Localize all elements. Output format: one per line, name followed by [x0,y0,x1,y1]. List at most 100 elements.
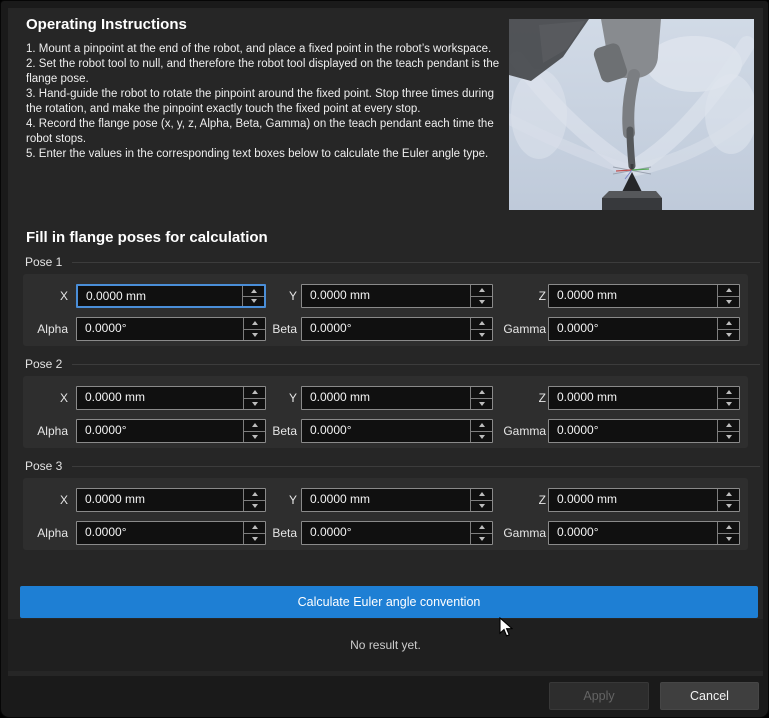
spinbox-buttons [717,318,739,340]
spinbox-value: 0.0000° [549,522,717,544]
pose-group: X0.0000 mmY0.0000 mmZ0.0000 mmAlpha0.000… [23,376,748,448]
spin-down-button[interactable] [718,534,739,545]
apply-button[interactable]: Apply [549,682,649,710]
pose-group: X0.0000 mmY0.0000 mmZ0.0000 mmAlpha0.000… [23,478,748,550]
pose-header-rule [72,364,760,365]
cancel-button[interactable]: Cancel [660,682,759,710]
spin-up-button[interactable] [718,489,739,501]
field-label-beta: Beta [217,521,297,545]
pose-2-beta-input[interactable]: 0.0000° [301,419,493,443]
operating-instructions-title: Operating Instructions [26,16,187,33]
pose-section-1: Pose 1 X0.0000 mmY0.0000 mmZ0.0000 mmAlph… [23,254,760,348]
spinbox-value: 0.0000° [302,522,470,544]
pose-2-z-input[interactable]: 0.0000 mm [548,386,740,410]
spinbox-value: 0.0000 mm [549,285,717,307]
spinbox-buttons [717,522,739,544]
field-label-alpha: Alpha [0,521,68,545]
spin-down-button[interactable] [718,432,739,443]
pose-2-gamma-input[interactable]: 0.0000° [548,419,740,443]
field-label-y: Y [217,386,297,410]
pose-1-y-input[interactable]: 0.0000 mm [301,284,493,308]
spinbox-buttons [717,489,739,511]
spin-down-button[interactable] [718,399,739,410]
field-label-alpha: Alpha [0,419,68,443]
triangle-up-icon [726,492,732,496]
field-label-z: Z [466,488,546,512]
field-label-y: Y [217,284,297,308]
triangle-up-icon [726,390,732,394]
pose-1-gamma-input[interactable]: 0.0000° [548,317,740,341]
instruction-step: 2. Set the robot tool to null, and there… [26,57,504,87]
result-panel: No result yet. [8,619,763,671]
spinbox-value: 0.0000° [549,318,717,340]
pose-3-gamma-input[interactable]: 0.0000° [548,521,740,545]
pose-2-y-input[interactable]: 0.0000 mm [301,386,493,410]
spin-up-button[interactable] [718,522,739,534]
spinbox-value: 0.0000 mm [549,387,717,409]
spin-down-button[interactable] [718,297,739,308]
pose-3-beta-input[interactable]: 0.0000° [301,521,493,545]
pose-section-2: Pose 2 X0.0000 mmY0.0000 mmZ0.0000 mmAlph… [23,356,760,450]
pose-1-z-input[interactable]: 0.0000 mm [548,284,740,308]
instruction-step: 5. Enter the values in the corresponding… [26,147,504,162]
field-label-gamma: Gamma [466,521,546,545]
pose-group: X0.0000 mmY0.0000 mmZ0.0000 mmAlpha0.000… [23,274,748,346]
triangle-up-icon [726,321,732,325]
triangle-down-icon [726,333,732,337]
triangle-up-icon [726,288,732,292]
spinbox-value: 0.0000° [302,318,470,340]
pose-1-beta-input[interactable]: 0.0000° [301,317,493,341]
instruction-step: 4. Record the flange pose (x, y, z, Alph… [26,117,504,147]
spin-up-button[interactable] [718,285,739,297]
pose-header-rule [72,466,760,467]
field-label-z: Z [466,386,546,410]
triangle-down-icon [726,300,732,304]
triangle-down-icon [726,537,732,541]
pose-3-y-input[interactable]: 0.0000 mm [301,488,493,512]
spinbox-value: 0.0000° [302,420,470,442]
triangle-down-icon [726,504,732,508]
field-label-beta: Beta [217,419,297,443]
field-label-z: Z [466,284,546,308]
spinbox-value: 0.0000 mm [302,387,470,409]
spin-up-button[interactable] [718,387,739,399]
field-label-gamma: Gamma [466,317,546,341]
field-label-gamma: Gamma [466,419,546,443]
pose-section-3: Pose 3 X0.0000 mmY0.0000 mmZ0.0000 mmAlph… [23,458,760,552]
spinbox-value: 0.0000 mm [549,489,717,511]
calculate-euler-button[interactable]: Calculate Euler angle convention [20,586,758,618]
instruction-step: 1. Mount a pinpoint at the end of the ro… [26,42,504,57]
pose-title: Pose 1 [23,255,62,269]
field-label-beta: Beta [217,317,297,341]
robot-pinpoint-illustration [509,19,754,210]
triangle-down-icon [726,435,732,439]
spinbox-buttons [717,387,739,409]
pose-header: Pose 2 [23,356,760,372]
euler-angle-dialog: Operating Instructions 1. Mount a pinpoi… [0,0,769,718]
flange-poses-section-title: Fill in flange poses for calculation [26,229,268,246]
spinbox-value: 0.0000° [549,420,717,442]
pose-header: Pose 3 [23,458,760,474]
spin-up-button[interactable] [718,318,739,330]
field-label-alpha: Alpha [0,317,68,341]
spin-up-button[interactable] [718,420,739,432]
pose-title: Pose 3 [23,459,62,473]
triangle-down-icon [726,402,732,406]
field-label-x: X [0,488,68,512]
field-label-x: X [0,386,68,410]
field-label-y: Y [217,488,297,512]
pose-header: Pose 1 [23,254,760,270]
spinbox-value: 0.0000 mm [302,489,470,511]
spin-down-button[interactable] [718,330,739,341]
pose-header-rule [72,262,760,263]
dialog-content: Operating Instructions 1. Mount a pinpoi… [8,8,763,676]
instruction-steps: 1. Mount a pinpoint at the end of the ro… [26,42,504,162]
pose-title: Pose 2 [23,357,62,371]
spin-down-button[interactable] [718,501,739,512]
field-label-x: X [0,284,68,308]
pose-3-z-input[interactable]: 0.0000 mm [548,488,740,512]
triangle-up-icon [726,525,732,529]
triangle-up-icon [726,423,732,427]
result-text: No result yet. [350,638,421,652]
spinbox-buttons [717,285,739,307]
